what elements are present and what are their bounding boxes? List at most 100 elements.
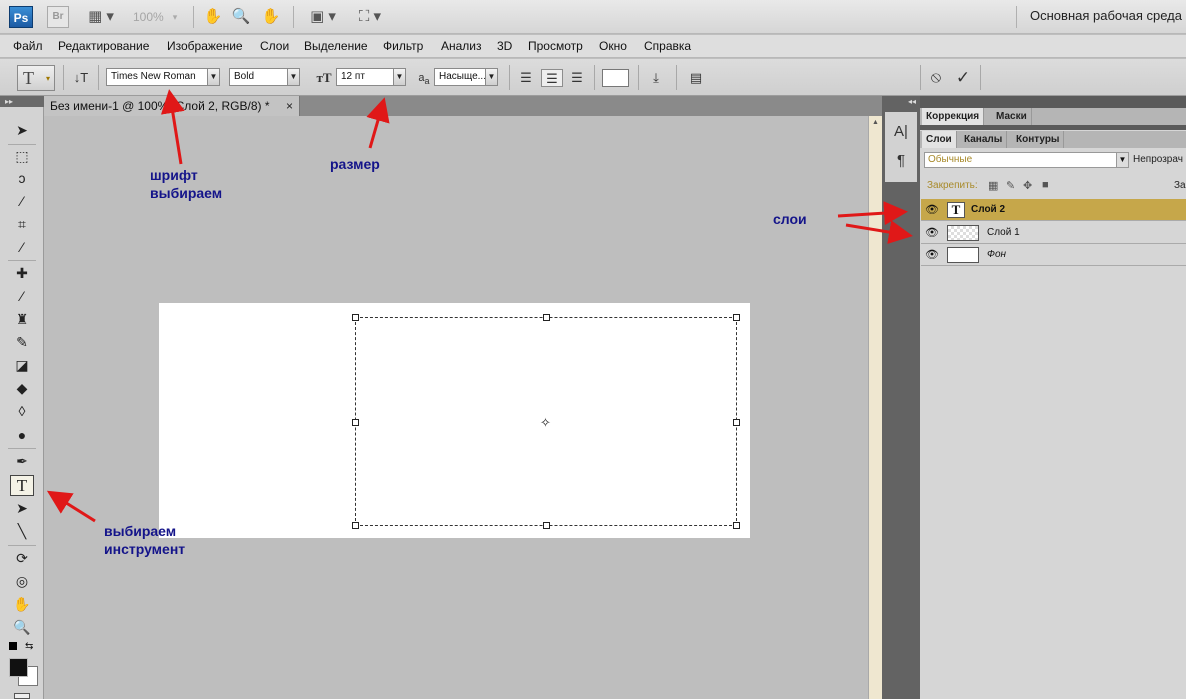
- font-style-chevron-icon[interactable]: ▼: [287, 68, 300, 86]
- font-family-chevron-icon[interactable]: ▼: [207, 68, 220, 86]
- resize-handle[interactable]: [543, 314, 550, 321]
- pen-tool-icon[interactable]: ✒: [10, 451, 34, 472]
- dodge-tool-icon[interactable]: ●: [10, 425, 34, 446]
- layer-row[interactable]: 👁 Слой 1: [921, 222, 1186, 244]
- text-color-swatch[interactable]: [602, 69, 629, 87]
- arrange-documents-icon[interactable]: ▣ ▾: [305, 7, 341, 27]
- align-center-icon[interactable]: ☰: [541, 69, 563, 87]
- menu-help[interactable]: Справка: [644, 39, 691, 53]
- align-right-icon[interactable]: ☰: [567, 69, 587, 87]
- lock-all-icon[interactable]: ■: [1042, 179, 1049, 191]
- screen-mode-icon[interactable]: ▦ ▾: [83, 7, 119, 27]
- tab-layers[interactable]: Слои: [922, 131, 957, 148]
- blur-tool-icon[interactable]: ◊: [10, 401, 34, 422]
- align-left-icon[interactable]: ☰: [516, 69, 536, 87]
- workspace-switcher[interactable]: Основная рабочая среда: [1030, 8, 1182, 23]
- eraser-tool-icon[interactable]: ◪: [10, 355, 34, 376]
- character-panel-icon[interactable]: A|: [891, 123, 911, 143]
- character-panel-icon[interactable]: ▤: [686, 69, 706, 87]
- healing-brush-tool-icon[interactable]: ✚: [10, 263, 34, 284]
- marquee-tool-icon[interactable]: ⬚: [10, 146, 34, 167]
- antialias-chevron-icon[interactable]: ▼: [485, 68, 498, 86]
- move-tool-icon[interactable]: ➤: [10, 120, 34, 141]
- commit-edits-icon[interactable]: ✓: [953, 69, 973, 87]
- line-tool-icon[interactable]: ╲: [10, 521, 34, 542]
- blend-mode-chevron-icon[interactable]: ▼: [1116, 152, 1129, 168]
- foreground-color-swatch[interactable]: [9, 658, 28, 677]
- text-bounding-box[interactable]: ✧: [352, 314, 740, 529]
- type-tool-icon[interactable]: T: [10, 475, 34, 496]
- brush-tool-icon[interactable]: ⁄: [10, 286, 34, 307]
- resize-handle[interactable]: [733, 419, 740, 426]
- font-size-input[interactable]: 12 пт: [336, 68, 394, 86]
- eye-icon[interactable]: 👁: [925, 248, 939, 262]
- 3d-rotate-tool-icon[interactable]: ⟳: [10, 548, 34, 569]
- hand-icon[interactable]: ✋: [203, 7, 223, 27]
- font-family-select[interactable]: Times New Roman: [106, 68, 208, 86]
- close-icon[interactable]: ×: [286, 96, 293, 116]
- menu-image[interactable]: Изображение: [167, 39, 243, 53]
- crop-tool-icon[interactable]: ⌗: [10, 214, 34, 235]
- 3d-orbit-tool-icon[interactable]: ◎: [10, 571, 34, 592]
- screen-view-icon[interactable]: ⛶ ▾: [352, 7, 388, 27]
- menu-edit[interactable]: Редактирование: [58, 39, 149, 53]
- resize-handle[interactable]: [543, 522, 550, 529]
- tab-paths[interactable]: Контуры: [1012, 131, 1065, 148]
- lock-pixels-icon[interactable]: ✎: [1006, 179, 1015, 192]
- layer-row[interactable]: 👁 Фон: [921, 244, 1186, 266]
- zoom-tool-icon[interactable]: 🔍: [10, 617, 34, 638]
- resize-handle[interactable]: [352, 419, 359, 426]
- menu-view[interactable]: Просмотр: [528, 39, 583, 53]
- tab-masks[interactable]: Маски: [992, 108, 1032, 125]
- eye-icon[interactable]: 👁: [925, 226, 939, 240]
- menu-filter[interactable]: Фильтр: [383, 39, 423, 53]
- eye-icon[interactable]: 👁: [925, 203, 939, 217]
- bridge-button[interactable]: Br: [47, 6, 69, 28]
- dock-collapse-icon[interactable]: ◂◂: [908, 97, 916, 106]
- menu-analysis[interactable]: Анализ: [441, 39, 482, 53]
- tools-collapse-icon[interactable]: ▸▸: [0, 96, 44, 107]
- scroll-up-icon[interactable]: ▲: [872, 119, 879, 126]
- zoom-level[interactable]: 100%: [133, 10, 164, 24]
- menu-file[interactable]: Файл: [13, 39, 43, 53]
- blend-mode-select[interactable]: Обычные: [924, 152, 1128, 168]
- swap-colors-icon[interactable]: ⇆: [25, 641, 33, 652]
- path-selection-tool-icon[interactable]: ➤: [10, 498, 34, 519]
- default-colors-icon[interactable]: [9, 642, 17, 650]
- lock-transparent-icon[interactable]: ▦: [988, 179, 998, 192]
- layer-row[interactable]: 👁 T Слой 2: [921, 199, 1186, 221]
- menu-window[interactable]: Окно: [599, 39, 627, 53]
- tab-channels[interactable]: Каналы: [960, 131, 1008, 148]
- zoom-chevron-down-icon[interactable]: ▾: [168, 7, 182, 27]
- font-size-chevron-icon[interactable]: ▼: [393, 68, 406, 86]
- eyedropper-tool-icon[interactable]: ⁄: [10, 237, 34, 258]
- cancel-edits-icon[interactable]: ⦸: [926, 69, 946, 87]
- resize-handle[interactable]: [352, 522, 359, 529]
- vertical-scrollbar[interactable]: ▲: [868, 116, 882, 699]
- text-orientation-icon[interactable]: ↓T: [71, 69, 91, 87]
- rotate-view-icon[interactable]: ✋: [261, 7, 281, 27]
- resize-handle[interactable]: [733, 314, 740, 321]
- lasso-tool-icon[interactable]: ↄ: [10, 168, 34, 189]
- resize-handle[interactable]: [733, 522, 740, 529]
- quick-mask-button[interactable]: [14, 693, 30, 699]
- tab-adjustments[interactable]: Коррекция: [922, 108, 985, 125]
- paragraph-panel-icon[interactable]: ¶: [891, 152, 911, 172]
- magic-wand-tool-icon[interactable]: ⁄: [10, 191, 34, 212]
- menu-select[interactable]: Выделение: [304, 39, 368, 53]
- paint-bucket-tool-icon[interactable]: ◆: [10, 378, 34, 399]
- tool-preset-picker[interactable]: T ▾: [17, 65, 55, 91]
- history-brush-tool-icon[interactable]: ✎: [10, 332, 34, 353]
- menu-layers[interactable]: Слои: [260, 39, 289, 53]
- warp-text-icon[interactable]: ⤓: [645, 69, 667, 87]
- zoom-icon[interactable]: 🔍: [231, 7, 251, 27]
- font-style-select[interactable]: Bold: [229, 68, 288, 86]
- lock-position-icon[interactable]: ✥: [1023, 179, 1032, 192]
- antialias-select[interactable]: Насыще...: [434, 68, 486, 86]
- menu-3d[interactable]: 3D: [497, 39, 512, 53]
- document-tab[interactable]: Без имени-1 @ 100% (Слой 2, RGB/8) * ×: [44, 96, 300, 116]
- clone-stamp-tool-icon[interactable]: ♜: [10, 309, 34, 330]
- resize-handle[interactable]: [352, 314, 359, 321]
- hand-tool-icon[interactable]: ✋: [10, 594, 34, 615]
- divider: [193, 6, 194, 28]
